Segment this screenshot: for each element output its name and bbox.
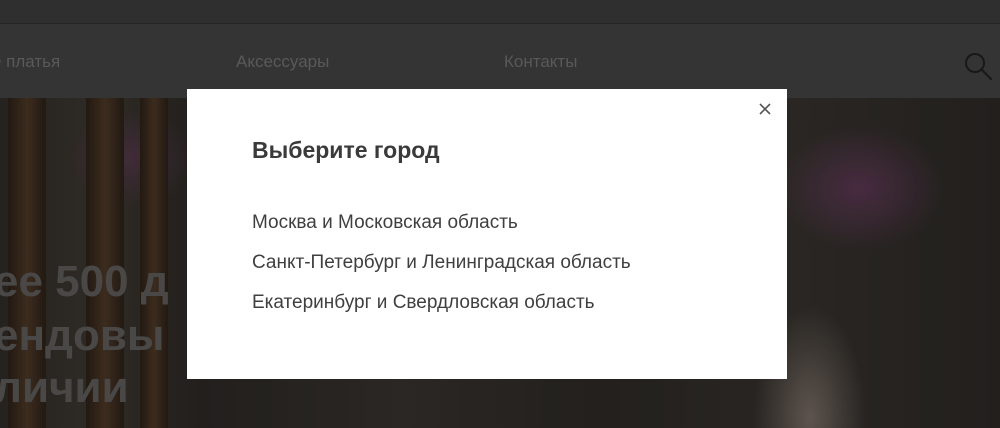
modal-title: Выберите город xyxy=(252,137,440,163)
page: е платья Аксессуары Контакты ее 500 д ен… xyxy=(0,0,1000,428)
city-option-moscow[interactable]: Москва и Московская область xyxy=(252,211,631,251)
close-icon[interactable] xyxy=(757,101,773,117)
city-option-yekaterinburg[interactable]: Екатеринбург и Свердловская область xyxy=(252,291,631,331)
city-list: Москва и Московская область Санкт-Петерб… xyxy=(252,211,631,331)
city-option-saint-petersburg[interactable]: Санкт-Петербург и Ленинградская область xyxy=(252,251,631,291)
city-select-modal: Выберите город Москва и Московская облас… xyxy=(187,89,787,379)
